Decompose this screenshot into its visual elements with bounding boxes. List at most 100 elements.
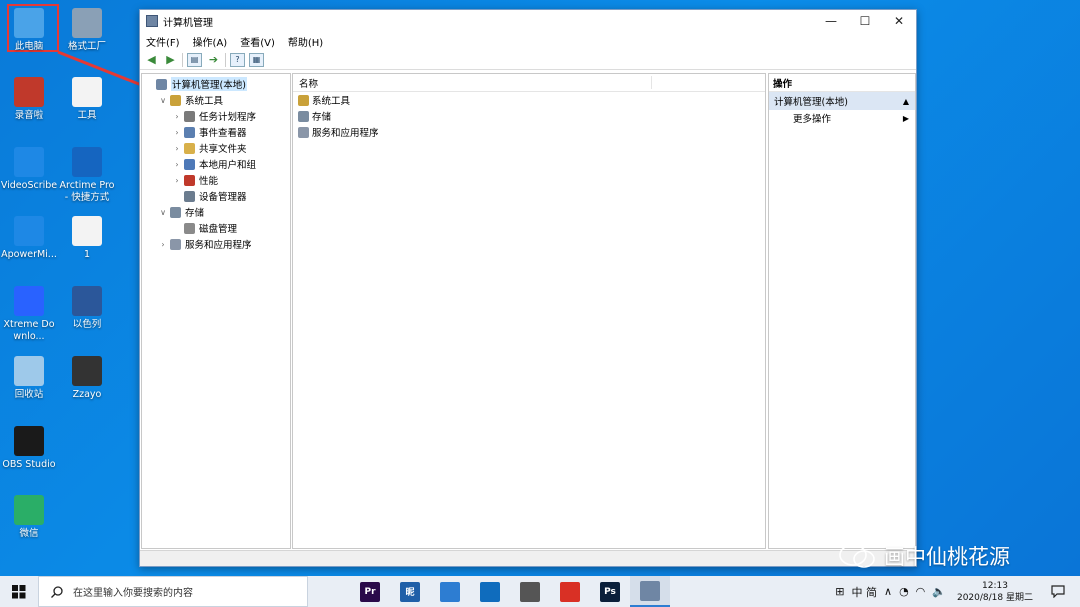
- expander-icon[interactable]: ›: [172, 112, 182, 121]
- submenu-arrow-icon: ▶: [902, 113, 909, 123]
- tree-node-label: 磁盘管理: [199, 224, 238, 235]
- tree-node-label: 存储: [185, 208, 205, 219]
- tree-node-label: 设备管理器: [199, 192, 247, 203]
- computer-management-icon: [640, 580, 660, 601]
- taskbar-app-button[interactable]: [550, 576, 590, 607]
- maximize-button[interactable]: ☐: [848, 10, 882, 32]
- tree-node[interactable]: › 性能: [142, 172, 290, 188]
- tree-node[interactable]: ∨ 系统工具: [142, 92, 290, 108]
- properties-icon[interactable]: ▦: [249, 52, 264, 67]
- expander-icon[interactable]: ›: [172, 160, 182, 169]
- actions-title: 操作: [769, 74, 915, 92]
- show-hidden-icons[interactable]: ∧: [884, 585, 892, 598]
- chrome-icon: [560, 581, 580, 602]
- store-icon: [440, 581, 460, 602]
- ime-indicator[interactable]: 中 简: [852, 584, 878, 600]
- taskbar-app-button[interactable]: [470, 576, 510, 607]
- more-actions-item[interactable]: 更多操作 ▶: [769, 110, 915, 126]
- wifi-icon[interactable]: ◠: [916, 585, 926, 598]
- list-item-label: 系统工具: [312, 96, 351, 107]
- network-icon[interactable]: ◔: [899, 585, 909, 598]
- taskbar-app-button[interactable]: Pr: [350, 576, 390, 607]
- search-icon: [51, 585, 63, 598]
- list-item-label: 存储: [312, 112, 332, 123]
- list-item-icon: [298, 110, 309, 122]
- tree-node-label: 系统工具: [185, 96, 224, 107]
- watermark-text: 画中仙桃花源: [884, 545, 1010, 569]
- tree-node[interactable]: 设备管理器: [142, 188, 290, 204]
- calculator-icon: [520, 581, 540, 602]
- menu-item[interactable]: 操作(A): [193, 34, 228, 49]
- system-tray: ⊞ 中 简 ∧ ◔ ◠ 🔈 12:13 2020/8/18 星期二: [835, 576, 1080, 607]
- tree-node[interactable]: 磁盘管理: [142, 220, 290, 236]
- column-header-name[interactable]: 名称: [293, 74, 765, 92]
- search-box[interactable]: 在这里输入你要搜索的内容: [38, 576, 308, 607]
- title-bar[interactable]: 计算机管理 — ☐ ✕: [140, 10, 916, 32]
- list-item[interactable]: 系统工具: [293, 92, 765, 108]
- tree-node[interactable]: 计算机管理(本地): [142, 76, 290, 92]
- volume-icon[interactable]: 🔈: [932, 585, 946, 598]
- taskbar-app-button[interactable]: Ps: [590, 576, 630, 607]
- mail-icon: [480, 581, 500, 602]
- expander-icon[interactable]: ›: [172, 128, 182, 137]
- computer-management-window: 计算机管理 — ☐ ✕ 文件(F) 操作(A) 查看(V) 帮助(H) ◀ ▶ ▤ ➔…: [139, 9, 917, 567]
- minimize-button[interactable]: —: [814, 10, 848, 32]
- expander-icon[interactable]: ∨: [158, 208, 168, 217]
- clock-date: 2020/8/18 星期二: [956, 592, 1033, 603]
- export-icon[interactable]: ➔: [206, 53, 221, 67]
- tree-node-icon: [184, 110, 195, 122]
- tree-node-label: 服务和应用程序: [185, 240, 252, 251]
- help-icon[interactable]: ?: [230, 52, 245, 67]
- expander-icon[interactable]: ›: [172, 144, 182, 153]
- watermark: 画中仙桃花源: [838, 541, 1010, 571]
- menu-item[interactable]: 查看(V): [240, 34, 275, 49]
- menu-item[interactable]: 文件(F): [146, 34, 180, 49]
- status-bar: [140, 550, 916, 566]
- tree-node[interactable]: › 任务计划程序: [142, 108, 290, 124]
- tree-node-icon: [170, 238, 181, 250]
- tree-node-icon: [156, 78, 167, 90]
- taskbar: 在这里输入你要搜索的内容 Pr 昵 Ps ⊞ 中 简 ∧ ◔ ◠ 🔈 12:13 2…: [0, 576, 1080, 607]
- search-placeholder: 在这里输入你要搜索的内容: [73, 588, 193, 599]
- expander-icon[interactable]: ›: [158, 240, 168, 249]
- expander-icon[interactable]: ∨: [158, 96, 168, 105]
- taskbar-app-button[interactable]: 昵: [390, 576, 430, 607]
- clock[interactable]: 12:13 2020/8/18 星期二: [953, 580, 1037, 604]
- input-method-icon[interactable]: ⊞: [835, 585, 844, 598]
- back-icon[interactable]: ◀: [144, 53, 159, 67]
- navigation-tree: 计算机管理(本地) ∨ 系统工具 › 任务计划程序 › 事件查看器 › 共享文件夹 › 本地用户和组…: [141, 73, 291, 549]
- collapse-icon: ▲: [902, 96, 909, 106]
- menu-item[interactable]: 帮助(H): [288, 34, 323, 49]
- show-tree-icon[interactable]: ▤: [187, 52, 202, 67]
- expander-icon[interactable]: ›: [172, 176, 182, 185]
- taskbar-app-button[interactable]: [630, 576, 670, 607]
- tree-node-icon: [184, 142, 195, 154]
- forward-icon[interactable]: ▶: [163, 53, 178, 67]
- taskbar-app-button[interactable]: [510, 576, 550, 607]
- tree-node-label: 计算机管理(本地): [171, 77, 247, 91]
- tree-node[interactable]: ∨ 存储: [142, 204, 290, 220]
- list-item[interactable]: 服务和应用程序: [293, 124, 765, 140]
- menu-bar: 文件(F) 操作(A) 查看(V) 帮助(H): [140, 32, 916, 50]
- list-item-label: 服务和应用程序: [312, 128, 379, 139]
- tree-node[interactable]: › 服务和应用程序: [142, 236, 290, 252]
- pinned-apps: Pr 昵 Ps: [350, 576, 670, 607]
- tree-node-label: 共享文件夹: [199, 144, 247, 155]
- tree-node-label: 任务计划程序: [199, 112, 257, 123]
- notification-icon[interactable]: [1044, 576, 1072, 607]
- tree-node[interactable]: › 本地用户和组: [142, 156, 290, 172]
- tree-node-label: 性能: [199, 176, 219, 187]
- app-icon: 昵: [400, 581, 420, 602]
- actions-section-header[interactable]: 计算机管理(本地) ▲: [769, 92, 915, 110]
- content-pane: 名称 系统工具存储服务和应用程序: [292, 73, 766, 549]
- tree-node[interactable]: › 事件查看器: [142, 124, 290, 140]
- close-button[interactable]: ✕: [882, 10, 916, 32]
- start-button[interactable]: [0, 576, 38, 607]
- tree-node[interactable]: › 共享文件夹: [142, 140, 290, 156]
- taskbar-app-button[interactable]: [430, 576, 470, 607]
- tree-node-icon: [184, 222, 195, 234]
- list-item-icon: [298, 126, 309, 138]
- tree-node-icon: [170, 94, 181, 106]
- list-item[interactable]: 存储: [293, 108, 765, 124]
- tree-node-label: 本地用户和组: [199, 160, 257, 171]
